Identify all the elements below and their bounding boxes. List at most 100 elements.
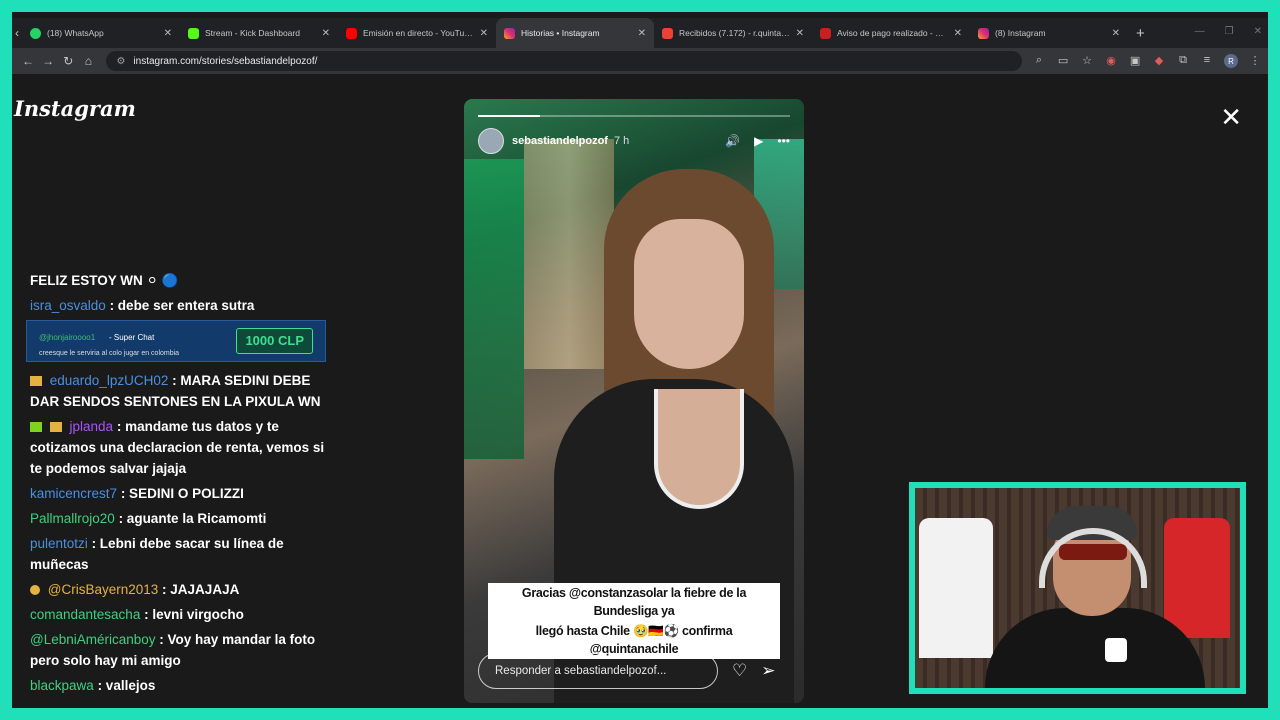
extension-pdf-icon[interactable]: ◆	[1152, 54, 1166, 68]
tab-whatsapp[interactable]: (18) WhatsApp ✕	[22, 18, 180, 48]
chat-username: eduardo_lpzUCH02	[49, 373, 169, 388]
close-window-icon[interactable]: ✕	[1254, 26, 1262, 37]
story-progress-bar	[478, 115, 790, 117]
whatsapp-icon	[30, 27, 41, 39]
gmail-icon	[820, 27, 831, 39]
chat-text: : SEDINI O POLIZZI	[120, 486, 244, 501]
tab-close-icon[interactable]: ✕	[638, 28, 646, 39]
streamer-webcam	[909, 482, 1246, 694]
maximize-icon[interactable]: ❐	[1225, 26, 1234, 37]
chat-message: @LebniAméricanboy : Voy hay mandar la fo…	[26, 629, 326, 671]
chat-message: blackpawa : vallejos	[26, 675, 326, 696]
tab-close-icon[interactable]: ✕	[1112, 28, 1120, 39]
tab-youtube-studio[interactable]: Emisión en directo - YouTube Studio ✕	[338, 18, 496, 48]
chat-username: @LebniAméricanboy	[30, 632, 156, 647]
tab-gmail-flow[interactable]: Aviso de pago realizado - Flow ✕	[812, 18, 970, 48]
chat-message: eduardo_lpzUCH02 : MARA SEDINI DEBE DAR …	[26, 370, 326, 412]
instagram-icon	[978, 27, 989, 39]
tab-close-icon[interactable]: ✕	[480, 28, 488, 39]
browser-toolbar: ← → ↻ ⌂ ⚙ instagram.com/stories/sebastia…	[12, 48, 1268, 74]
new-tab-button[interactable]: +	[1136, 25, 1145, 42]
chat-message: pulentotzi : Lebni debe sacar su línea d…	[26, 533, 326, 575]
story-viewer[interactable]: sebastiandelpozof 7 h 🔊 ▶ ••• Gracias @c…	[464, 99, 804, 703]
tab-title: Aviso de pago realizado - Flow	[837, 28, 948, 38]
tab-close-icon[interactable]: ✕	[164, 28, 172, 39]
youtube-icon	[346, 27, 357, 39]
club-crest-icon	[1105, 638, 1127, 662]
chat-username: kamicencrest7	[30, 486, 118, 501]
chat-text: : levni virgocho	[144, 607, 244, 622]
chat-text: : JAJAJAJA	[162, 582, 240, 597]
chat-message: jplanda : mandame tus datos y te cotizam…	[26, 416, 326, 479]
play-icon[interactable]: ▶	[754, 134, 763, 148]
chat-text: FELIZ ESTOY WN ⚪ 🔵	[30, 273, 179, 288]
chat-message: comandantesacha : levni virgocho	[26, 604, 326, 625]
tab-strip: ‹ (18) WhatsApp ✕ Stream - Kick Dashboar…	[12, 18, 1268, 48]
chat-text: : vallejos	[97, 678, 156, 693]
tab-gmail[interactable]: Recibidos (7.172) - r.quintana.a ✕	[654, 18, 812, 48]
reply-input[interactable]	[478, 653, 718, 689]
chat-message: isra_osvaldo : debe ser entera sutra	[26, 295, 326, 316]
back-icon[interactable]: ←	[18, 54, 38, 68]
extension-icon[interactable]: ▣	[1128, 54, 1142, 68]
menu-kebab-icon[interactable]: ⋮	[1248, 54, 1262, 68]
zoom-icon[interactable]: ⌕	[1032, 54, 1046, 68]
tab-kick[interactable]: Stream - Kick Dashboard ✕	[180, 18, 338, 48]
tab-instagram[interactable]: (8) Instagram ✕	[970, 18, 1128, 48]
tab-title: (8) Instagram	[995, 28, 1046, 38]
reload-icon[interactable]: ↻	[58, 54, 78, 68]
chat-message: kamicencrest7 : SEDINI O POLIZZI	[26, 483, 326, 504]
story-header: sebastiandelpozof 7 h 🔊 ▶ •••	[478, 127, 790, 155]
tab-title: Stream - Kick Dashboard	[205, 28, 300, 38]
plus-badge-icon	[30, 422, 42, 432]
chat-username: Pallmallrojo20	[30, 511, 115, 526]
chat-message: Pallmallrojo20 : aguante la Ricamomti	[26, 508, 326, 529]
window-controls: — ❐ ✕	[1195, 26, 1262, 37]
profile-avatar[interactable]: R	[1224, 54, 1239, 68]
chat-username: @CrisBayern2013	[47, 582, 159, 597]
kick-icon	[188, 27, 199, 39]
caption-line: Gracias @constanzasolar la fiebre de la …	[488, 583, 780, 621]
chat-message: @CrisBayern2013 : JAJAJAJA	[26, 579, 326, 600]
story-reply-bar: ♡ ➢	[478, 653, 790, 689]
bookmark-star-icon[interactable]: ☆	[1080, 54, 1094, 68]
instagram-logo[interactable]: Instagram	[14, 96, 136, 121]
extensions-puzzle-icon[interactable]: ⧉	[1176, 54, 1190, 68]
extension-shield-icon[interactable]: ◉	[1104, 54, 1118, 68]
sunglasses	[1059, 544, 1127, 560]
home-icon[interactable]: ⌂	[78, 54, 98, 68]
tab-title: (18) WhatsApp	[47, 28, 104, 38]
tab-close-icon[interactable]: ✕	[796, 28, 804, 39]
chat-username: jplanda	[69, 419, 114, 434]
tab-title: Emisión en directo - YouTube Studio	[363, 28, 474, 38]
cast-icon[interactable]: ▭	[1056, 54, 1070, 68]
tab-title: Historias • Instagram	[521, 28, 600, 38]
heart-icon[interactable]: ♡	[732, 661, 747, 681]
forward-icon[interactable]: →	[38, 54, 58, 68]
site-info-icon[interactable]: ⚙	[116, 56, 125, 67]
tab-instagram-stories[interactable]: Historias • Instagram ✕	[496, 18, 654, 48]
volume-icon[interactable]: 🔊	[725, 134, 740, 148]
avatar[interactable]	[478, 128, 504, 154]
superchat-message: creesque le serviria al colo jugar en co…	[39, 350, 180, 357]
crown-badge-icon	[30, 376, 42, 386]
tab-close-icon[interactable]: ✕	[954, 28, 962, 39]
more-options-icon[interactable]: •••	[777, 134, 790, 148]
crown-badge-icon	[49, 422, 62, 432]
superchat-card: @jhonjairoooo1 - Super Chat creesque le …	[26, 320, 326, 362]
close-icon[interactable]: ✕	[1220, 102, 1242, 133]
send-icon[interactable]: ➢	[761, 661, 775, 681]
chat-text: : aguante la Ricamomti	[118, 511, 267, 526]
story-username[interactable]: sebastiandelpozof	[512, 135, 608, 147]
chat-username: comandantesacha	[30, 607, 141, 622]
reading-list-icon[interactable]: ≡	[1200, 54, 1214, 68]
address-bar[interactable]: ⚙ instagram.com/stories/sebastiandelpozo…	[106, 51, 1023, 71]
tab-close-icon[interactable]: ✕	[322, 28, 330, 39]
tab-search-chevron-icon[interactable]: ‹	[12, 26, 22, 40]
minimize-icon[interactable]: —	[1195, 26, 1205, 37]
gmail-icon	[662, 27, 673, 39]
chat-text: : debe ser entera sutra	[109, 298, 255, 313]
story-subject	[634, 219, 744, 369]
instagram-icon	[504, 27, 515, 39]
chat-username: isra_osvaldo	[30, 298, 106, 313]
